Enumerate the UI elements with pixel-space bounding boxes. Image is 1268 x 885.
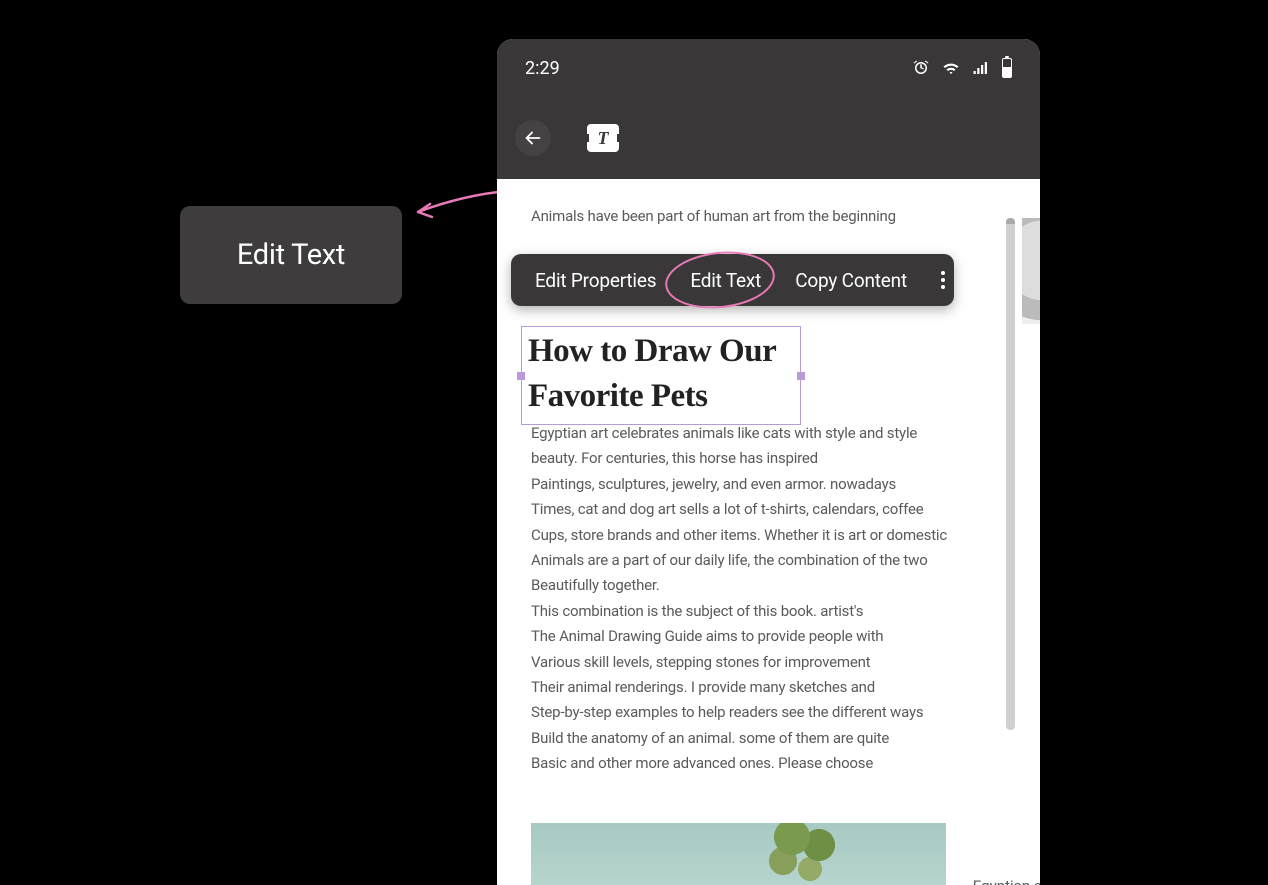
- intro-text: Animals have been part of human art from…: [531, 207, 1006, 225]
- body-line: Times, cat and dog art sells a lot of t-…: [531, 497, 1006, 522]
- page2-image-fragment: [1022, 218, 1040, 324]
- body-line: Beautifully together.: [531, 573, 1006, 598]
- menu-copy-content[interactable]: Copy Content: [795, 269, 907, 292]
- phone-screen: 2:29 T Animals have been part of human a…: [497, 39, 1040, 885]
- page2-text-fragment: Egyptian a beauty. Fo: [497, 874, 1040, 885]
- wifi-icon: [942, 59, 960, 77]
- menu-overflow-button[interactable]: [941, 271, 945, 289]
- body-line: Step-by-step examples to help readers se…: [531, 700, 1006, 725]
- alarm-icon: [912, 59, 930, 77]
- document-title: How to Draw Our Favorite Pets: [528, 329, 794, 418]
- document-body: Egyptian art celebrates animals like cat…: [531, 421, 1006, 777]
- back-button[interactable]: [515, 120, 551, 156]
- menu-edit-properties[interactable]: Edit Properties: [535, 269, 656, 292]
- selected-text-block[interactable]: How to Draw Our Favorite Pets: [521, 326, 801, 425]
- body-line: Cups, store brands and other items. Whet…: [531, 523, 1006, 548]
- callout-label: Edit Text: [237, 238, 345, 272]
- scrollbar[interactable]: [1006, 218, 1015, 730]
- app-icon[interactable]: T: [587, 124, 619, 152]
- body-line: This combination is the subject of this …: [531, 599, 1006, 624]
- back-arrow-icon: [522, 127, 544, 149]
- body-line: Basic and other more advanced ones. Plea…: [531, 751, 1006, 776]
- signal-icon: [972, 59, 990, 77]
- body-line: Various skill levels, stepping stones fo…: [531, 650, 1006, 675]
- body-line: Paintings, sculptures, jewelry, and even…: [531, 472, 1006, 497]
- app-icon-letter: T: [598, 128, 609, 149]
- body-line: The Animal Drawing Guide aims to provide…: [531, 624, 1006, 649]
- status-time: 2:29: [525, 58, 560, 79]
- body-line: Egyptian art celebrates animals like cat…: [531, 421, 1006, 446]
- app-bar: T: [497, 97, 1040, 179]
- body-line: Their animal renderings. I provide many …: [531, 675, 1006, 700]
- battery-icon: [1002, 58, 1012, 78]
- status-bar: 2:29: [497, 39, 1040, 97]
- body-line: Build the anatomy of an animal. some of …: [531, 726, 1006, 751]
- document-content[interactable]: Animals have been part of human art from…: [497, 179, 1040, 885]
- body-line: beauty. For centuries, this horse has in…: [531, 446, 1006, 471]
- menu-edit-text[interactable]: Edit Text: [690, 269, 761, 292]
- body-line: Animals are a part of our daily life, th…: [531, 548, 1006, 573]
- callout-edit-text: Edit Text: [180, 206, 402, 304]
- context-menu: Edit Properties Edit Text Copy Content: [511, 254, 954, 306]
- next-page-preview[interactable]: Egyptian a beauty. Fo: [1002, 218, 1040, 885]
- status-icons: [912, 58, 1012, 78]
